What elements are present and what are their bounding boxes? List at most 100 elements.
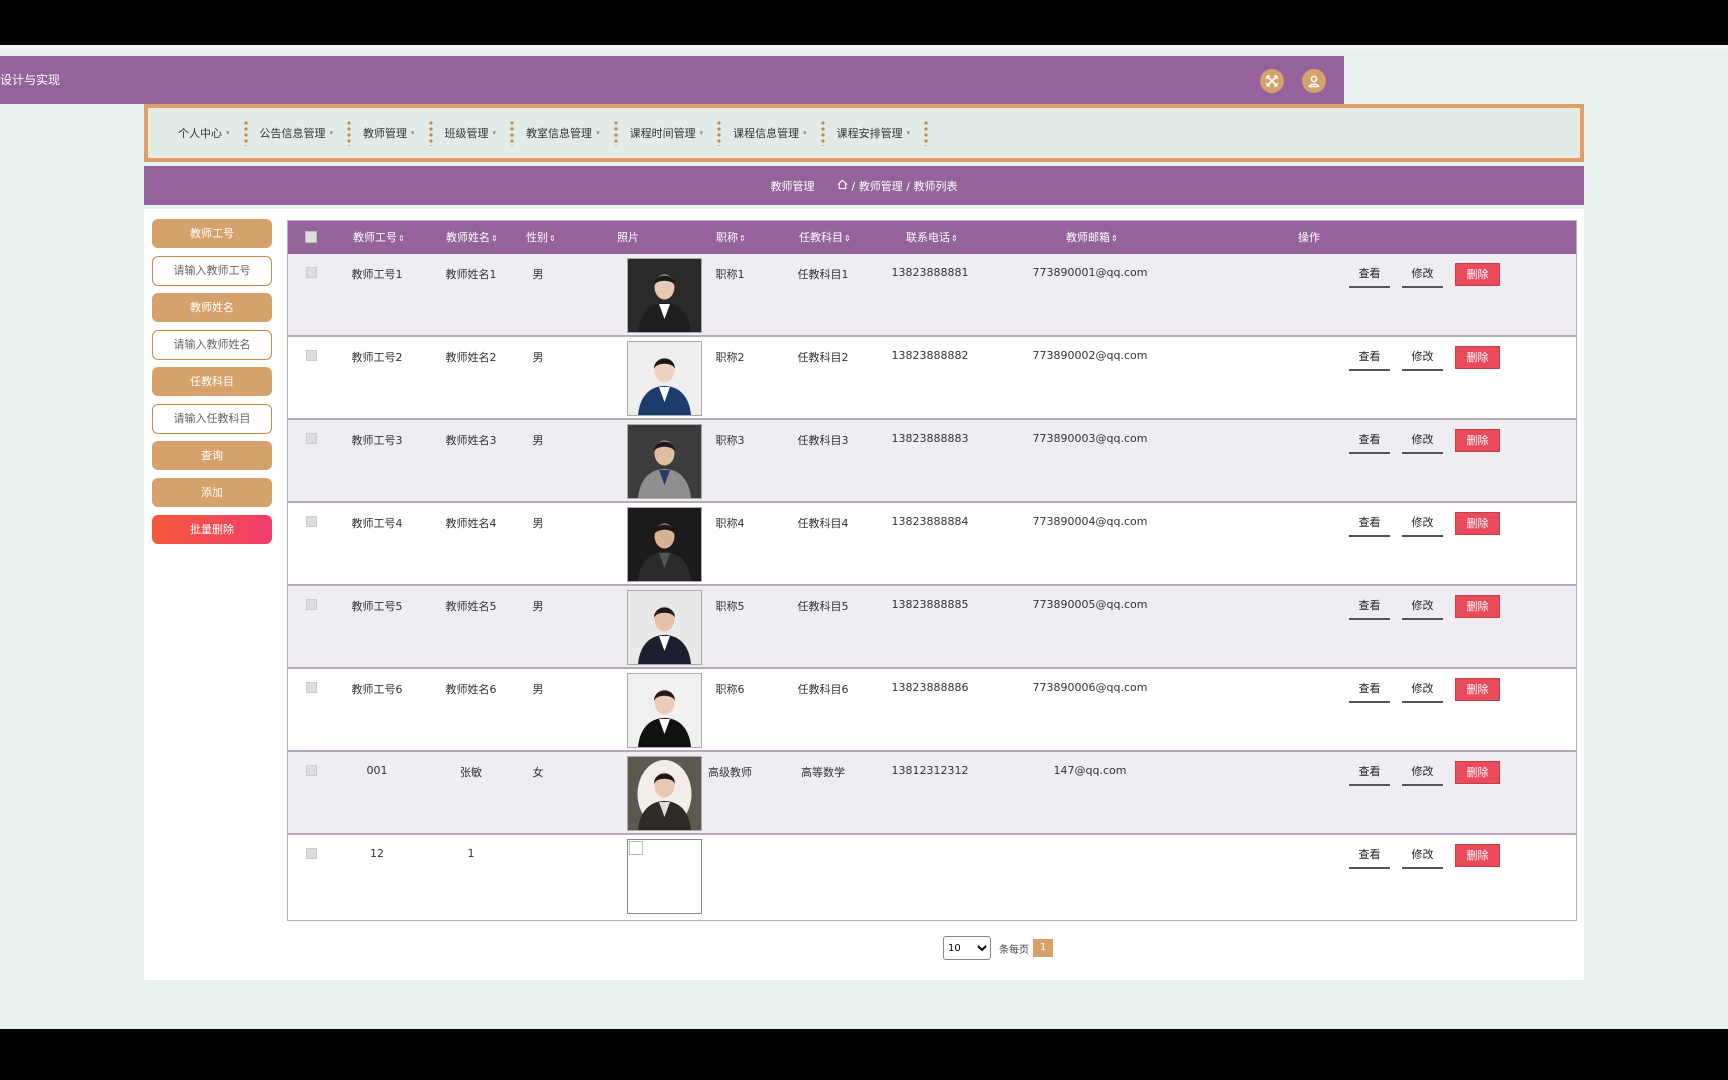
cell-phone: 13823888884: [891, 515, 969, 528]
view-button[interactable]: 查看: [1349, 263, 1390, 288]
cell-gender: 男: [532, 600, 544, 613]
col-header-email[interactable]: 教师邮箱⇕: [1066, 221, 1118, 255]
edit-button[interactable]: 修改: [1402, 512, 1443, 537]
breadcrumb-path: / 教师管理 / 教师列表: [851, 179, 958, 193]
delete-button[interactable]: 删除: [1455, 512, 1500, 535]
view-button[interactable]: 查看: [1349, 678, 1390, 703]
teacher-photo: [627, 673, 702, 748]
col-header-gender[interactable]: 性别⇕: [526, 221, 556, 255]
nav-item-label: 班级管理: [444, 127, 489, 140]
edit-button[interactable]: 修改: [1402, 346, 1443, 371]
nav-item-label: 教师管理: [363, 127, 408, 140]
cell-email: 773890003@qq.com: [1032, 432, 1148, 445]
edit-button[interactable]: 修改: [1402, 263, 1443, 288]
table-row: 教师工号2 教师姓名2 男职称2 任教科目2 13823888882 773890002@…: [288, 337, 1576, 420]
cell-email: 773890001@qq.com: [1032, 266, 1148, 279]
cell-gender: 男: [532, 351, 544, 364]
select-all-checkbox[interactable]: [305, 231, 317, 243]
batch-delete-button[interactable]: 批量删除: [152, 515, 272, 544]
delete-button[interactable]: 删除: [1455, 595, 1500, 618]
delete-button[interactable]: 删除: [1455, 844, 1500, 867]
chevron-down-icon: ▾: [492, 129, 497, 137]
nav-item-course-info-management[interactable]: 课程信息管理 ▾: [721, 110, 821, 156]
nav-item-label: 课程信息管理: [733, 127, 800, 140]
nav-item-course-schedule-management[interactable]: 课程安排管理 ▾: [825, 110, 925, 156]
table-row: 教师工号3 教师姓名3 男职称3 任教科目3 13823888883 773890003@…: [288, 420, 1576, 503]
cell-gender: 男: [532, 517, 544, 530]
nav-item-personal-center[interactable]: 个人中心 ▾: [166, 110, 244, 156]
teacher-name-input[interactable]: 请输入教师姓名: [152, 330, 272, 360]
cell-gender: 男: [532, 268, 544, 281]
view-button[interactable]: 查看: [1349, 512, 1390, 537]
add-button[interactable]: 添加: [152, 478, 272, 507]
chevron-down-icon: ▾: [411, 129, 415, 137]
nav-divider: [924, 120, 929, 146]
cell-phone: 13823888881: [891, 266, 969, 279]
app-header: 设计与实现: [0, 56, 1344, 104]
nav-item-classroom-management[interactable]: 教室信息管理 ▾: [514, 110, 614, 156]
edit-button[interactable]: 修改: [1402, 429, 1443, 454]
nav-item-teacher-management[interactable]: 教师管理 ▾: [351, 110, 429, 156]
col-header-label: 任教科目: [799, 231, 843, 244]
teacher-photo: [627, 590, 702, 665]
table-row: 12 1 查看 修改 删除: [288, 835, 1576, 917]
nav-item-label: 教室信息管理: [526, 127, 593, 140]
table-row: 001 张敏女高级教师 高等数学 13812312312 147@qq.com 查看 修改删…: [288, 752, 1576, 835]
cell-phone: 13823888885: [891, 598, 969, 611]
nav-item-notice-management[interactable]: 公告信息管理 ▾: [248, 110, 348, 156]
col-header-label: 教师姓名: [446, 231, 490, 244]
subject-input[interactable]: 请输入任教科目: [152, 404, 272, 434]
query-button[interactable]: 查询: [152, 441, 272, 470]
col-header-photo: 照片: [617, 221, 639, 254]
nav-item-class-management[interactable]: 班级管理 ▾: [433, 110, 511, 156]
sort-icon: ⇕: [491, 234, 498, 243]
nav-item-label: 个人中心: [178, 127, 222, 140]
delete-button[interactable]: 删除: [1455, 761, 1500, 784]
edit-button[interactable]: 修改: [1402, 844, 1443, 869]
top-nav: 个人中心 ▾ 公告信息管理 ▾ 教师管理 ▾ 班级管理 ▾ 教室信息管理 ▾ 课程时间管理 ▾ 课程信息…: [144, 104, 1584, 162]
table-body: 教师工号1 教师姓名1 男职称1 任教科目1 13823888881 773890001@…: [288, 254, 1576, 917]
edit-button[interactable]: 修改: [1402, 761, 1443, 786]
view-button[interactable]: 查看: [1349, 429, 1390, 454]
view-button[interactable]: 查看: [1349, 595, 1390, 620]
col-header-teacher-no[interactable]: 教师工号⇕: [353, 221, 405, 255]
table-row: 教师工号4 教师姓名4 男职称4 任教科目4 13823888884 773890004@…: [288, 503, 1576, 586]
col-header-label: 操作: [1298, 231, 1320, 244]
user-icon[interactable]: [1302, 69, 1326, 93]
delete-button[interactable]: 删除: [1455, 678, 1500, 701]
view-button[interactable]: 查看: [1349, 844, 1390, 869]
teacher-photo: [627, 756, 702, 831]
cell-phone: 13823888886: [891, 681, 969, 694]
delete-button[interactable]: 删除: [1455, 263, 1500, 286]
top-nav-menu: 个人中心 ▾ 公告信息管理 ▾ 教师管理 ▾ 班级管理 ▾ 教室信息管理 ▾ 课程时间管理 ▾ 课程信息…: [148, 108, 1580, 158]
teacher-portrait-image: [628, 591, 701, 664]
expand-icon[interactable]: [1260, 69, 1284, 93]
col-header-subject[interactable]: 任教科目⇕: [799, 221, 851, 255]
nav-item-label: 公告信息管理: [259, 127, 326, 140]
teacher-no-input[interactable]: 请输入教师工号: [152, 256, 272, 286]
col-header-phone[interactable]: 联系电话⇕: [906, 221, 958, 255]
edit-button[interactable]: 修改: [1402, 678, 1443, 703]
view-button[interactable]: 查看: [1349, 761, 1390, 786]
nav-item-course-time-management[interactable]: 课程时间管理 ▾: [618, 110, 718, 156]
delete-button[interactable]: 删除: [1455, 346, 1500, 369]
page-number-current[interactable]: 1: [1033, 939, 1053, 957]
sort-icon: ⇕: [844, 234, 851, 243]
table-row: 教师工号5 教师姓名5 男职称5 任教科目5 13823888885 773890005@…: [288, 586, 1576, 669]
col-header-label: 联系电话: [906, 231, 950, 244]
page-size-select[interactable]: 10: [943, 936, 991, 960]
view-button[interactable]: 查看: [1349, 346, 1390, 371]
content-panel: 教师工号 请输入教师工号 教师姓名 请输入教师姓名 任教科目 请输入任教科目 查…: [144, 209, 1584, 980]
col-header-teacher-name[interactable]: 教师姓名⇕: [446, 221, 498, 255]
delete-button[interactable]: 删除: [1455, 429, 1500, 452]
cell-email: 773890002@qq.com: [1032, 349, 1148, 362]
edit-button[interactable]: 修改: [1402, 595, 1443, 620]
table-row: 教师工号6 教师姓名6 男职称6 任教科目6 13823888886 773890006@…: [288, 669, 1576, 752]
breadcrumb: 教师管理 / 教师管理 / 教师列表: [144, 166, 1584, 205]
cell-gender: 男: [532, 434, 544, 447]
home-icon[interactable]: [837, 179, 848, 193]
col-header-title[interactable]: 职称⇕: [716, 221, 746, 255]
page-title: 教师管理: [770, 179, 815, 193]
teacher-photo: [627, 424, 702, 499]
teacher-portrait-image: [628, 757, 701, 830]
